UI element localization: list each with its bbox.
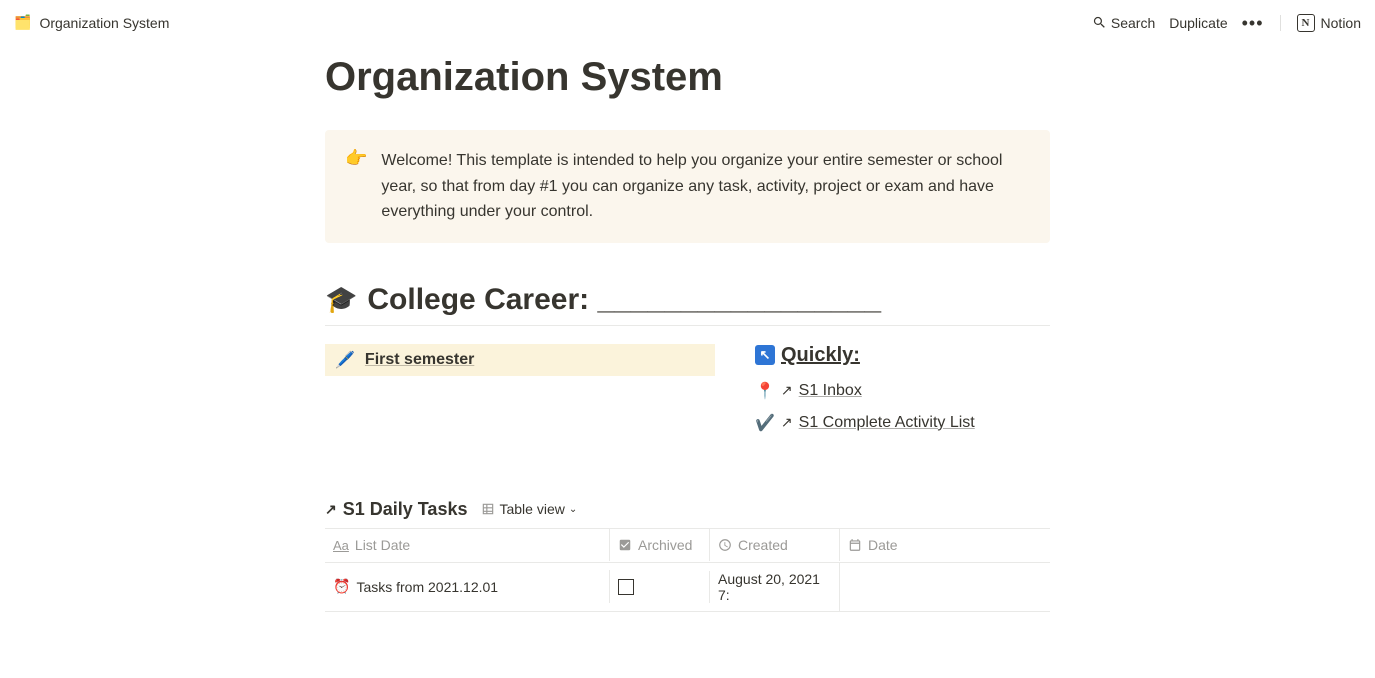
column-left: 🖊️ First semester bbox=[325, 344, 715, 439]
column-created-label: Created bbox=[738, 537, 788, 553]
pointing-hand-icon: 👉 bbox=[345, 148, 367, 225]
column-date-label: Date bbox=[868, 537, 898, 553]
topbar-actions: Search Duplicate ••• N Notion bbox=[1092, 14, 1361, 32]
section-heading-text: College Career: _________________ bbox=[367, 283, 881, 317]
table-icon bbox=[481, 502, 495, 516]
column-date[interactable]: Date bbox=[840, 529, 1050, 561]
notion-link[interactable]: N Notion bbox=[1297, 14, 1361, 32]
pushpin-icon: 📍 bbox=[755, 381, 775, 401]
duplicate-button[interactable]: Duplicate bbox=[1169, 15, 1227, 31]
two-column-layout: 🖊️ First semester ↖ Quickly: 📍 ↗ S1 Inbo… bbox=[325, 344, 1050, 439]
topbar: 🗂️ Organization System Search Duplicate … bbox=[0, 0, 1375, 45]
s1-inbox-label: S1 Inbox bbox=[799, 382, 862, 400]
semester-label: First semester bbox=[365, 351, 474, 369]
notion-logo-icon: N bbox=[1297, 14, 1315, 32]
database-title[interactable]: ↗ S1 Daily Tasks bbox=[325, 499, 467, 520]
cell-archived[interactable] bbox=[610, 571, 710, 603]
chevron-down-icon: ⌄ bbox=[569, 504, 577, 515]
more-button[interactable]: ••• bbox=[1242, 14, 1264, 32]
column-archived[interactable]: Archived bbox=[610, 529, 710, 561]
view-switcher[interactable]: Table view ⌄ bbox=[481, 501, 577, 517]
cell-created-text: August 20, 2021 7: bbox=[718, 571, 831, 603]
breadcrumb[interactable]: 🗂️ Organization System bbox=[14, 14, 169, 31]
graduation-cap-icon: 🎓 bbox=[325, 284, 357, 315]
title-property-icon: Aa bbox=[333, 538, 349, 553]
link-arrow-icon: ↗ bbox=[781, 414, 793, 431]
cell-list-date[interactable]: ⏰ Tasks from 2021.12.01 bbox=[325, 570, 610, 603]
cell-date bbox=[840, 579, 1050, 595]
column-archived-label: Archived bbox=[638, 537, 692, 553]
s1-inbox-link[interactable]: 📍 ↗ S1 Inbox bbox=[755, 375, 1050, 407]
notion-label: Notion bbox=[1321, 15, 1361, 31]
arrow-box-icon: ↖ bbox=[755, 345, 775, 365]
page-content: Organization System 👉 Welcome! This temp… bbox=[325, 55, 1050, 652]
column-created[interactable]: Created bbox=[710, 529, 840, 561]
calendar-property-icon bbox=[848, 538, 862, 552]
welcome-callout[interactable]: 👉 Welcome! This template is intended to … bbox=[325, 130, 1050, 243]
breadcrumb-title: Organization System bbox=[39, 15, 169, 31]
s1-complete-activity-link[interactable]: ✔️ ↗ S1 Complete Activity List bbox=[755, 407, 1050, 439]
link-arrow-icon: ↗ bbox=[325, 501, 337, 518]
database-table: Aa List Date Archived Created Date ⏰ Tas… bbox=[325, 528, 1050, 612]
alarm-clock-icon: ⏰ bbox=[333, 578, 350, 595]
archived-checkbox[interactable] bbox=[618, 579, 634, 595]
cell-list-date-text: Tasks from 2021.12.01 bbox=[356, 579, 498, 595]
duplicate-label: Duplicate bbox=[1169, 15, 1227, 31]
search-button[interactable]: Search bbox=[1092, 15, 1155, 31]
view-label: Table view bbox=[499, 501, 564, 517]
column-list-date-label: List Date bbox=[355, 537, 410, 553]
more-icon: ••• bbox=[1242, 14, 1264, 32]
pen-icon: 🖊️ bbox=[335, 350, 355, 370]
table-row[interactable]: ⏰ Tasks from 2021.12.01 August 20, 2021 … bbox=[325, 563, 1050, 612]
college-career-heading[interactable]: 🎓 College Career: _________________ bbox=[325, 283, 1050, 326]
divider bbox=[1280, 15, 1281, 31]
search-label: Search bbox=[1111, 15, 1155, 31]
page-title[interactable]: Organization System bbox=[325, 55, 1050, 100]
first-semester-block[interactable]: 🖊️ First semester bbox=[325, 344, 715, 376]
column-list-date[interactable]: Aa List Date bbox=[325, 529, 610, 561]
checkmark-icon: ✔️ bbox=[755, 413, 775, 433]
column-right: ↖ Quickly: 📍 ↗ S1 Inbox ✔️ ↗ S1 Complete… bbox=[755, 344, 1050, 439]
link-arrow-icon: ↗ bbox=[781, 382, 793, 399]
search-icon bbox=[1092, 15, 1107, 30]
callout-text: Welcome! This template is intended to he… bbox=[381, 148, 1030, 225]
checkbox-property-icon bbox=[618, 538, 632, 552]
s1-complete-activity-label: S1 Complete Activity List bbox=[799, 414, 975, 432]
table-header-row: Aa List Date Archived Created Date bbox=[325, 529, 1050, 563]
quickly-heading[interactable]: ↖ Quickly: bbox=[755, 344, 1050, 367]
database-header: ↗ S1 Daily Tasks Table view ⌄ bbox=[325, 499, 1050, 520]
clock-property-icon bbox=[718, 538, 732, 552]
cell-created: August 20, 2021 7: bbox=[710, 563, 840, 611]
quickly-label: Quickly: bbox=[781, 344, 860, 367]
breadcrumb-icon: 🗂️ bbox=[14, 14, 31, 31]
database-title-text: S1 Daily Tasks bbox=[343, 499, 468, 520]
